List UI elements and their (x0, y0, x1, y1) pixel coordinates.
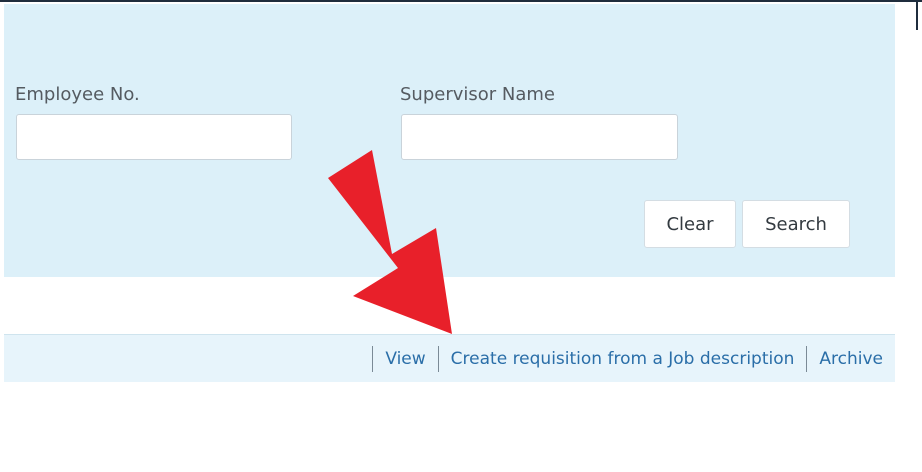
employee-no-input[interactable] (16, 114, 292, 160)
action-separator (806, 345, 808, 372)
search-panel: Employee No. Supervisor Name Clear Searc… (4, 4, 895, 277)
supervisor-name-label: Supervisor Name (400, 84, 556, 105)
supervisor-name-input[interactable] (401, 114, 678, 160)
results-header-band (4, 277, 895, 334)
right-border (916, 0, 918, 30)
top-border (0, 0, 922, 2)
employee-no-label: Employee No. (15, 84, 140, 105)
view-link[interactable]: View (385, 349, 425, 369)
clear-button[interactable]: Clear (644, 200, 736, 248)
create-requisition-link[interactable]: Create requisition from a Job descriptio… (451, 349, 795, 369)
page: Employee No. Supervisor Name Clear Searc… (0, 0, 922, 472)
search-button[interactable]: Search (742, 200, 850, 248)
archive-link[interactable]: Archive (819, 349, 883, 369)
action-bar: View Create requisition from a Job descr… (4, 334, 895, 382)
action-separator (372, 345, 374, 372)
action-list: View Create requisition from a Job descr… (360, 335, 883, 382)
action-separator (437, 345, 439, 372)
